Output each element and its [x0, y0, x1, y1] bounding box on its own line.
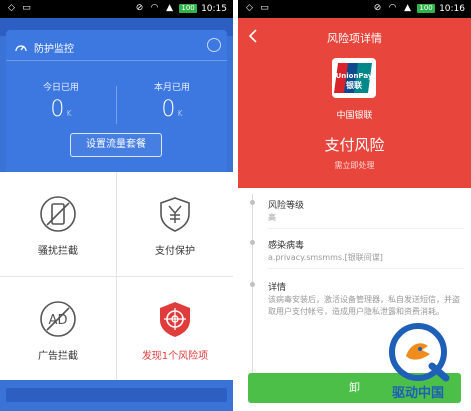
timeline-line: [252, 194, 253, 384]
virus-value: a.privacy.smsmms.[银联间谍]: [268, 253, 383, 262]
tile-label-harassment: 骚扰拦截: [38, 246, 78, 257]
today-usage-value: 0: [50, 97, 65, 122]
chat-status-icon: ▭: [22, 3, 31, 13]
set-data-plan-button[interactable]: 设置流量套餐: [70, 133, 162, 157]
card-collapse-icon[interactable]: [207, 38, 221, 52]
risk-level-value: 高: [268, 213, 276, 222]
yuan-shield-icon: [155, 194, 195, 234]
shield-status-icon: ◇: [8, 3, 15, 13]
month-usage: 本月已用 0K: [117, 80, 227, 122]
battery-icon: 100: [179, 4, 198, 13]
detail-title: 详情: [268, 283, 287, 293]
mute-icon: ⊘: [135, 3, 144, 13]
phone-block-icon: [38, 194, 78, 234]
page-title: 风险项详情: [327, 32, 382, 45]
card-title: 防护监控: [34, 44, 74, 55]
today-usage: 今日已用 0K: [6, 80, 116, 122]
tile-ad-block[interactable]: AD 广告拦截: [0, 277, 116, 381]
row-divider: [268, 268, 464, 269]
watermark-text: 驱动中国: [391, 386, 444, 401]
tile-risk-found[interactable]: 发现1个风险项: [117, 277, 233, 381]
card-divider: [6, 60, 227, 61]
status-bar-right: ◇ ▭ ⊘ ◠ ▲ 100 10:16: [238, 0, 471, 18]
today-usage-label: 今日已用: [42, 83, 79, 93]
left-bottom-bar: [6, 388, 227, 402]
svg-text:UnionPay: UnionPay: [336, 72, 373, 80]
feature-grid: 骚扰拦截 支付保护 AD 广告拦截 发现1个风险项: [0, 172, 233, 380]
wifi-icon: ◠: [150, 3, 159, 13]
card-header: 防护监控: [14, 40, 74, 55]
virus-title: 感染病毒: [268, 241, 305, 251]
unionpay-logo: UnionPay 银联: [332, 58, 376, 98]
row-divider: [268, 228, 464, 229]
svg-text:银联: 银联: [345, 80, 362, 90]
month-usage-unit: K: [177, 109, 183, 118]
timeline-dot: [250, 240, 255, 245]
mute-icon: ⊘: [373, 3, 382, 13]
tile-harassment-block[interactable]: 骚扰拦截: [0, 172, 116, 276]
wifi-icon: ◠: [388, 3, 397, 13]
risk-level-title: 风险等级: [268, 201, 305, 211]
speedometer-icon: [14, 41, 28, 55]
left-phone-screen: ◇ ▭ ⊘ ◠ ▲ 100 10:15 防护监控 今日已用 0 K 本月已用 0…: [0, 0, 233, 411]
site-watermark-logo: 驱动中国: [370, 320, 466, 410]
left-bottom-area: [0, 380, 233, 411]
risk-header: 风险项详情 UnionPay 银联 中国银联 支付风险 需立即处理: [238, 18, 471, 188]
tile-label-risk: 发现1个风险项: [141, 351, 209, 362]
chat-status-icon: ▭: [260, 3, 269, 13]
timeline-dot: [250, 282, 255, 287]
detail-text: 该病毒安装后，激活设备管理器，私自发送短信，并盗取用户支付帐号，造成用户隐私泄露…: [268, 295, 460, 316]
today-usage-unit: K: [66, 109, 72, 118]
tile-label-ad: 广告拦截: [38, 351, 78, 362]
screenshot-stage: ◇ ▭ ⊘ ◠ ▲ 100 10:15 防护监控 今日已用 0 K 本月已用 0…: [0, 0, 471, 411]
status-bar-left: ◇ ▭ ⊘ ◠ ▲ 100 10:15: [0, 0, 233, 18]
shield-status-icon: ◇: [246, 3, 253, 13]
risk-name: 支付风险: [324, 136, 385, 154]
battery-icon: 100: [417, 4, 436, 13]
tile-payment-protect[interactable]: 支付保护: [117, 172, 233, 276]
tile-label-payment: 支付保护: [155, 246, 195, 257]
signal-icon: ▲: [166, 3, 174, 13]
protection-monitor-card: 防护监控 今日已用 0K 本月已用 0K 设置流量套餐: [6, 30, 227, 172]
status-time: 10:15: [201, 3, 227, 14]
month-usage-value: 0: [161, 97, 176, 122]
month-usage-label: 本月已用: [153, 83, 190, 93]
risk-subtitle: 需立即处理: [334, 161, 375, 170]
bank-name: 中国银联: [336, 111, 373, 121]
status-time: 10:16: [439, 3, 465, 14]
signal-icon: ▲: [404, 3, 412, 13]
timeline-dot: [250, 200, 255, 205]
risk-target-icon: [155, 299, 195, 339]
ad-block-icon: AD: [38, 299, 78, 339]
